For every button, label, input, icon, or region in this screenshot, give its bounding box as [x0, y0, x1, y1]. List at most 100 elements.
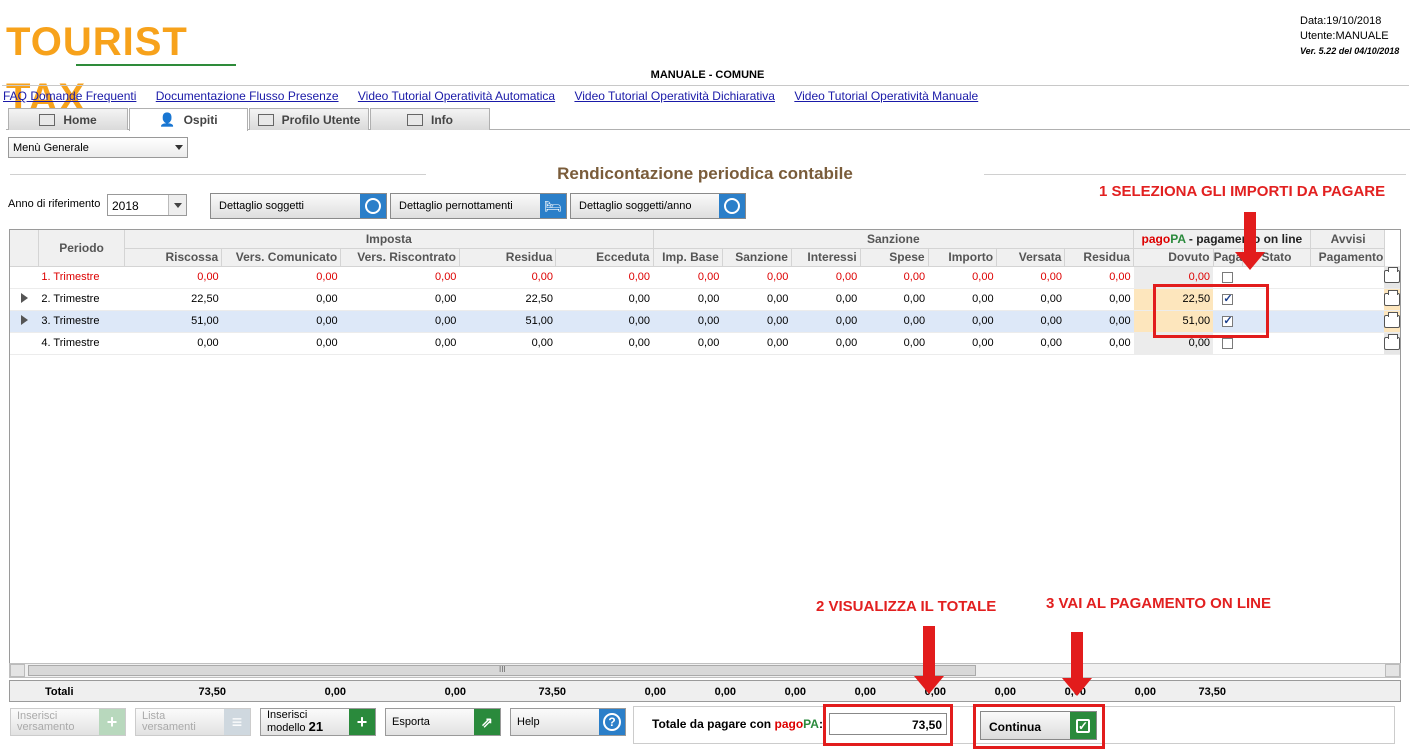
row-value: 0,00 [221, 310, 341, 333]
tab-profilo-utente[interactable]: Profilo Utente [249, 108, 369, 130]
header-date: Data:19/10/2018 [1300, 15, 1382, 27]
grid-horizontal-scrollbar[interactable]: III [9, 663, 1401, 678]
main-tabs: Home 👤 Ospiti Profilo Utente Info [6, 106, 1410, 131]
annotation-highlight-total [823, 704, 953, 746]
row-expand[interactable] [10, 288, 39, 311]
dettaglio-soggetti-anno-label: Dettaglio soggetti/anno [579, 200, 692, 212]
annotation-step-1: 1 SELEZIONA GLI IMPORTI DA PAGARE [1099, 183, 1386, 200]
total-riscossa: 73,50 [198, 686, 226, 698]
scroll-thumb-grip: III [499, 665, 506, 674]
total-dovuto: 73,50 [1198, 686, 1226, 698]
row-value: 0,00 [996, 310, 1065, 333]
list-icon: ≡ [224, 709, 250, 735]
lista-versamenti-line2: versamenti [142, 721, 196, 733]
row-expand[interactable] [10, 310, 39, 333]
printer-icon[interactable] [1384, 333, 1400, 350]
row-value: 51,00 [459, 310, 556, 333]
col-vers-riscontrato: Vers. Riscontrato [340, 248, 460, 267]
esporta-button[interactable]: Esporta ⇗ [385, 708, 501, 736]
row-value: 0,00 [791, 266, 861, 289]
row-value: 22,50 [124, 288, 222, 311]
annotation-arrow-1 [1235, 212, 1265, 270]
link-video-automatica[interactable]: Video Tutorial Operatività Automatica [358, 89, 555, 103]
inserisci-modello-label: Inserisci modello 21 [267, 710, 323, 734]
link-faq[interactable]: FAQ Domande Frequenti [3, 89, 136, 103]
section-title: Rendicontazione periodica contabile [557, 164, 853, 183]
col-riscossa: Riscossa [124, 248, 223, 267]
total-vers-comunicato: 0,00 [324, 686, 346, 698]
scroll-right-icon[interactable] [1385, 664, 1400, 677]
dettaglio-pernottamenti-button[interactable]: Dettaglio pernottamenti 🛏 [390, 193, 567, 219]
link-video-manuale[interactable]: Video Tutorial Operatività Manuale [794, 89, 978, 103]
row-value: 0,00 [459, 266, 556, 289]
printer-icon[interactable] [1384, 311, 1400, 328]
row-periodo: 4. Trimestre [38, 332, 125, 355]
annotation-highlight-continua [973, 704, 1105, 749]
scroll-thumb[interactable]: III [28, 665, 976, 676]
header-info: Data:19/10/2018 Utente:MANUALE Ver. 5.22… [1300, 14, 1399, 59]
row-value: 0,00 [928, 288, 997, 311]
dettaglio-pernottamenti-label: Dettaglio pernottamenti [399, 200, 513, 212]
help-button[interactable]: Help ? [510, 708, 626, 736]
printer-icon[interactable] [1384, 267, 1400, 284]
row-value: 0,00 [722, 266, 792, 289]
bed-icon: 🛏 [540, 194, 566, 218]
paga-checkbox[interactable] [1222, 271, 1234, 283]
tab-profilo-label: Profilo Utente [281, 112, 361, 127]
app-root: TOURIST TAX Data:19/10/2018 Utente:MANUA… [0, 0, 1415, 756]
col-residua-sanzione: Residua [1064, 248, 1135, 267]
annotation-arrow-2 [914, 626, 944, 694]
year-select[interactable]: 2018 [107, 194, 187, 216]
info-icon [407, 113, 423, 126]
scroll-left-icon[interactable] [10, 664, 25, 677]
annotation-step-2: 2 VISUALIZZA IL TOTALE [816, 598, 997, 615]
row-value: 0,00 [996, 332, 1065, 355]
row-value: 0,00 [928, 266, 997, 289]
help-icon: ? [599, 709, 625, 735]
group-pagopa-header: pagoPA - pagamento on line [1133, 230, 1311, 249]
tab-home[interactable]: Home [8, 108, 128, 130]
tab-ospiti-label: Ospiti [183, 113, 218, 127]
row-value: 0,00 [860, 332, 929, 355]
row-value: 0,00 [928, 310, 997, 333]
link-video-dichiarativa[interactable]: Video Tutorial Operatività Dichiarativa [574, 89, 775, 103]
expand-arrow-icon[interactable] [20, 314, 28, 325]
tab-info[interactable]: Info [370, 108, 490, 130]
menu-generale-select[interactable]: Menù Generale [8, 137, 188, 158]
user-icon: 👤 [159, 112, 176, 127]
tab-ospiti[interactable]: 👤 Ospiti [129, 108, 248, 131]
row-spacer [1310, 288, 1384, 311]
dettaglio-soggetti-anno-button[interactable]: Dettaglio soggetti/anno [570, 193, 746, 219]
row-value: 0,00 [722, 332, 792, 355]
row-spacer [1310, 332, 1384, 355]
row-value: 0,00 [928, 332, 997, 355]
section-divider-right [984, 174, 1406, 175]
expand-arrow-icon[interactable] [20, 292, 28, 303]
inserisci-versamento-button[interactable]: Inserisci versamento + [10, 708, 126, 736]
row-value: 0,00 [1064, 332, 1134, 355]
total-imp-base: 0,00 [714, 686, 736, 698]
totals-label: Totali [45, 686, 74, 698]
totals-row: Totali 73,50 0,00 0,00 73,50 0,00 0,00 0… [9, 680, 1401, 702]
col-expand-header [10, 230, 39, 267]
row-spacer [1310, 310, 1384, 333]
col-dovuto: Dovuto [1133, 248, 1214, 267]
modello-number: 21 [308, 719, 324, 734]
col-importo: Importo [928, 248, 998, 267]
person-icon [360, 194, 386, 218]
row-value: 0,00 [791, 310, 861, 333]
year-label: Anno di riferimento [8, 198, 101, 210]
paga-checkbox[interactable] [1222, 337, 1234, 349]
tab-home-label: Home [63, 112, 97, 127]
total-ecceduta: 0,00 [644, 686, 666, 698]
tourist-tax-logo: TOURIST TAX [6, 14, 236, 120]
inserisci-modello-21-button[interactable]: Inserisci modello 21 + [260, 708, 376, 736]
printer-icon[interactable] [1384, 289, 1400, 306]
lista-versamenti-button[interactable]: Lista versamenti ≡ [135, 708, 251, 736]
row-value: 0,00 [340, 332, 460, 355]
dettaglio-soggetti-button[interactable]: Dettaglio soggetti [210, 193, 387, 219]
annotation-highlight-dovuto [1153, 284, 1269, 338]
row-value: 0,00 [722, 310, 792, 333]
link-documentazione[interactable]: Documentazione Flusso Presenze [156, 89, 339, 103]
row-value: 0,00 [555, 266, 653, 289]
